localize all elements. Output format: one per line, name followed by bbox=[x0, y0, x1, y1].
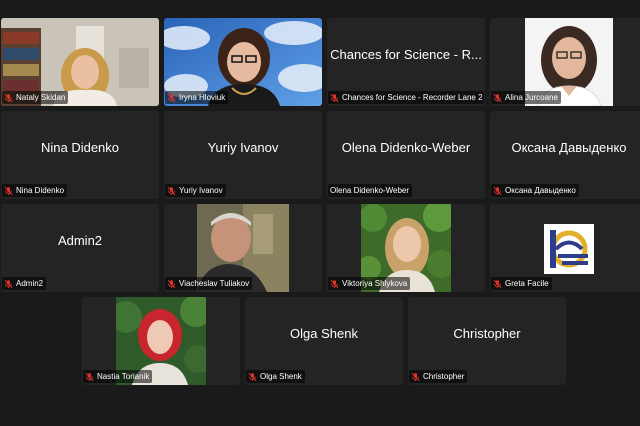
participant-tile[interactable]: Yuriy Ivanov Yuriy Ivanov bbox=[164, 111, 322, 199]
muted-mic-icon bbox=[493, 186, 502, 195]
participant-name: Olga Shenk bbox=[260, 372, 302, 381]
participant-name-label: Viacheslav Tuliakov bbox=[165, 277, 253, 290]
participant-tile[interactable]: Alina Jurcoane bbox=[490, 18, 640, 106]
muted-mic-icon bbox=[411, 372, 420, 381]
participant-tile[interactable]: Admin2 Admin2 bbox=[1, 204, 159, 292]
muted-mic-icon bbox=[493, 93, 502, 102]
participant-tile[interactable]: Christopher Christopher bbox=[408, 297, 566, 385]
participant-name: Viacheslav Tuliakov bbox=[179, 279, 250, 288]
participant-display-name: Christopher bbox=[453, 325, 521, 341]
participant-tile[interactable]: Оксана Давыденко Оксана Давыденко bbox=[490, 111, 640, 199]
participant-tile[interactable]: Chances for Science - R... Chances for Sc… bbox=[327, 18, 485, 106]
muted-mic-icon bbox=[167, 279, 176, 288]
video-gallery: Nataly Skidan Iryna Hloviuk Chances for Sc… bbox=[0, 0, 640, 426]
participant-name-label: Alina Jurcoane bbox=[491, 91, 561, 104]
participant-name: Greta Facile bbox=[505, 279, 549, 288]
participant-name-label: Nataly Skidan bbox=[2, 91, 69, 104]
participant-tile[interactable]: Iryna Hloviuk bbox=[164, 18, 322, 106]
participant-tile[interactable]: Nastia Torianik bbox=[82, 297, 240, 385]
muted-mic-icon bbox=[330, 93, 339, 102]
participant-tile[interactable]: Nataly Skidan bbox=[1, 18, 159, 106]
participant-tile[interactable]: Greta Facile bbox=[490, 204, 640, 292]
participant-tile[interactable]: Viacheslav Tuliakov bbox=[164, 204, 322, 292]
participant-display-name: Nina Didenko bbox=[40, 139, 120, 155]
participant-name-label: Yuriy Ivanov bbox=[165, 184, 226, 197]
participant-tile[interactable]: Nina Didenko Nina Didenko bbox=[1, 111, 159, 199]
participant-name: Christopher bbox=[423, 372, 465, 381]
participant-display-name: Admin2 bbox=[57, 232, 103, 248]
muted-mic-icon bbox=[4, 93, 13, 102]
muted-mic-icon bbox=[330, 279, 339, 288]
participant-name-label: Admin2 bbox=[2, 277, 47, 290]
muted-mic-icon bbox=[4, 279, 13, 288]
participant-name: Admin2 bbox=[16, 279, 44, 288]
participant-name: Viktoriya Shlykova bbox=[342, 279, 408, 288]
participant-tile[interactable]: Olena Didenko-Weber Olena Didenko-Weber bbox=[327, 111, 485, 199]
participant-name-label: Viktoriya Shlykova bbox=[328, 277, 411, 290]
muted-mic-icon bbox=[167, 93, 176, 102]
participant-name-label: Iryna Hloviuk bbox=[165, 91, 229, 104]
participant-name-label: Nina Didenko bbox=[2, 184, 68, 197]
participant-name-label: Chances for Science - Recorder Lane 2 bbox=[328, 91, 484, 104]
participant-display-name: Оксана Давыденко bbox=[511, 139, 627, 155]
participant-name: Оксана Давыденко bbox=[505, 186, 576, 195]
muted-mic-icon bbox=[167, 186, 176, 195]
participant-name-label: Olena Didenko-Weber bbox=[328, 184, 413, 197]
participant-tile[interactable]: Viktoriya Shlykova bbox=[327, 204, 485, 292]
participant-tile[interactable]: Olga Shenk Olga Shenk bbox=[245, 297, 403, 385]
participant-name: Yuriy Ivanov bbox=[179, 186, 223, 195]
participant-name-label: Оксана Давыденко bbox=[491, 184, 579, 197]
participant-logo bbox=[544, 224, 594, 274]
participant-display-name: Olga Shenk bbox=[290, 325, 358, 341]
participant-name-label: Nastia Torianik bbox=[83, 370, 153, 383]
muted-mic-icon bbox=[493, 279, 502, 288]
muted-mic-icon bbox=[4, 186, 13, 195]
participant-display-name: Yuriy Ivanov bbox=[207, 139, 279, 155]
participant-name: Nastia Torianik bbox=[97, 372, 150, 381]
participant-name-label: Olga Shenk bbox=[246, 370, 305, 383]
participant-name: Olena Didenko-Weber bbox=[330, 186, 410, 195]
muted-mic-icon bbox=[85, 372, 94, 381]
participant-display-name: Olena Didenko-Weber bbox=[341, 139, 471, 155]
participant-name: Chances for Science - Recorder Lane 2 bbox=[342, 93, 483, 102]
participant-name: Iryna Hloviuk bbox=[179, 93, 226, 102]
muted-mic-icon bbox=[248, 372, 257, 381]
participant-name-label: Christopher bbox=[409, 370, 468, 383]
participant-display-name: Chances for Science - R... bbox=[331, 46, 481, 62]
participant-name: Nataly Skidan bbox=[16, 93, 66, 102]
participant-name: Nina Didenko bbox=[16, 186, 65, 195]
participant-name: Alina Jurcoane bbox=[505, 93, 558, 102]
participant-name-label: Greta Facile bbox=[491, 277, 552, 290]
